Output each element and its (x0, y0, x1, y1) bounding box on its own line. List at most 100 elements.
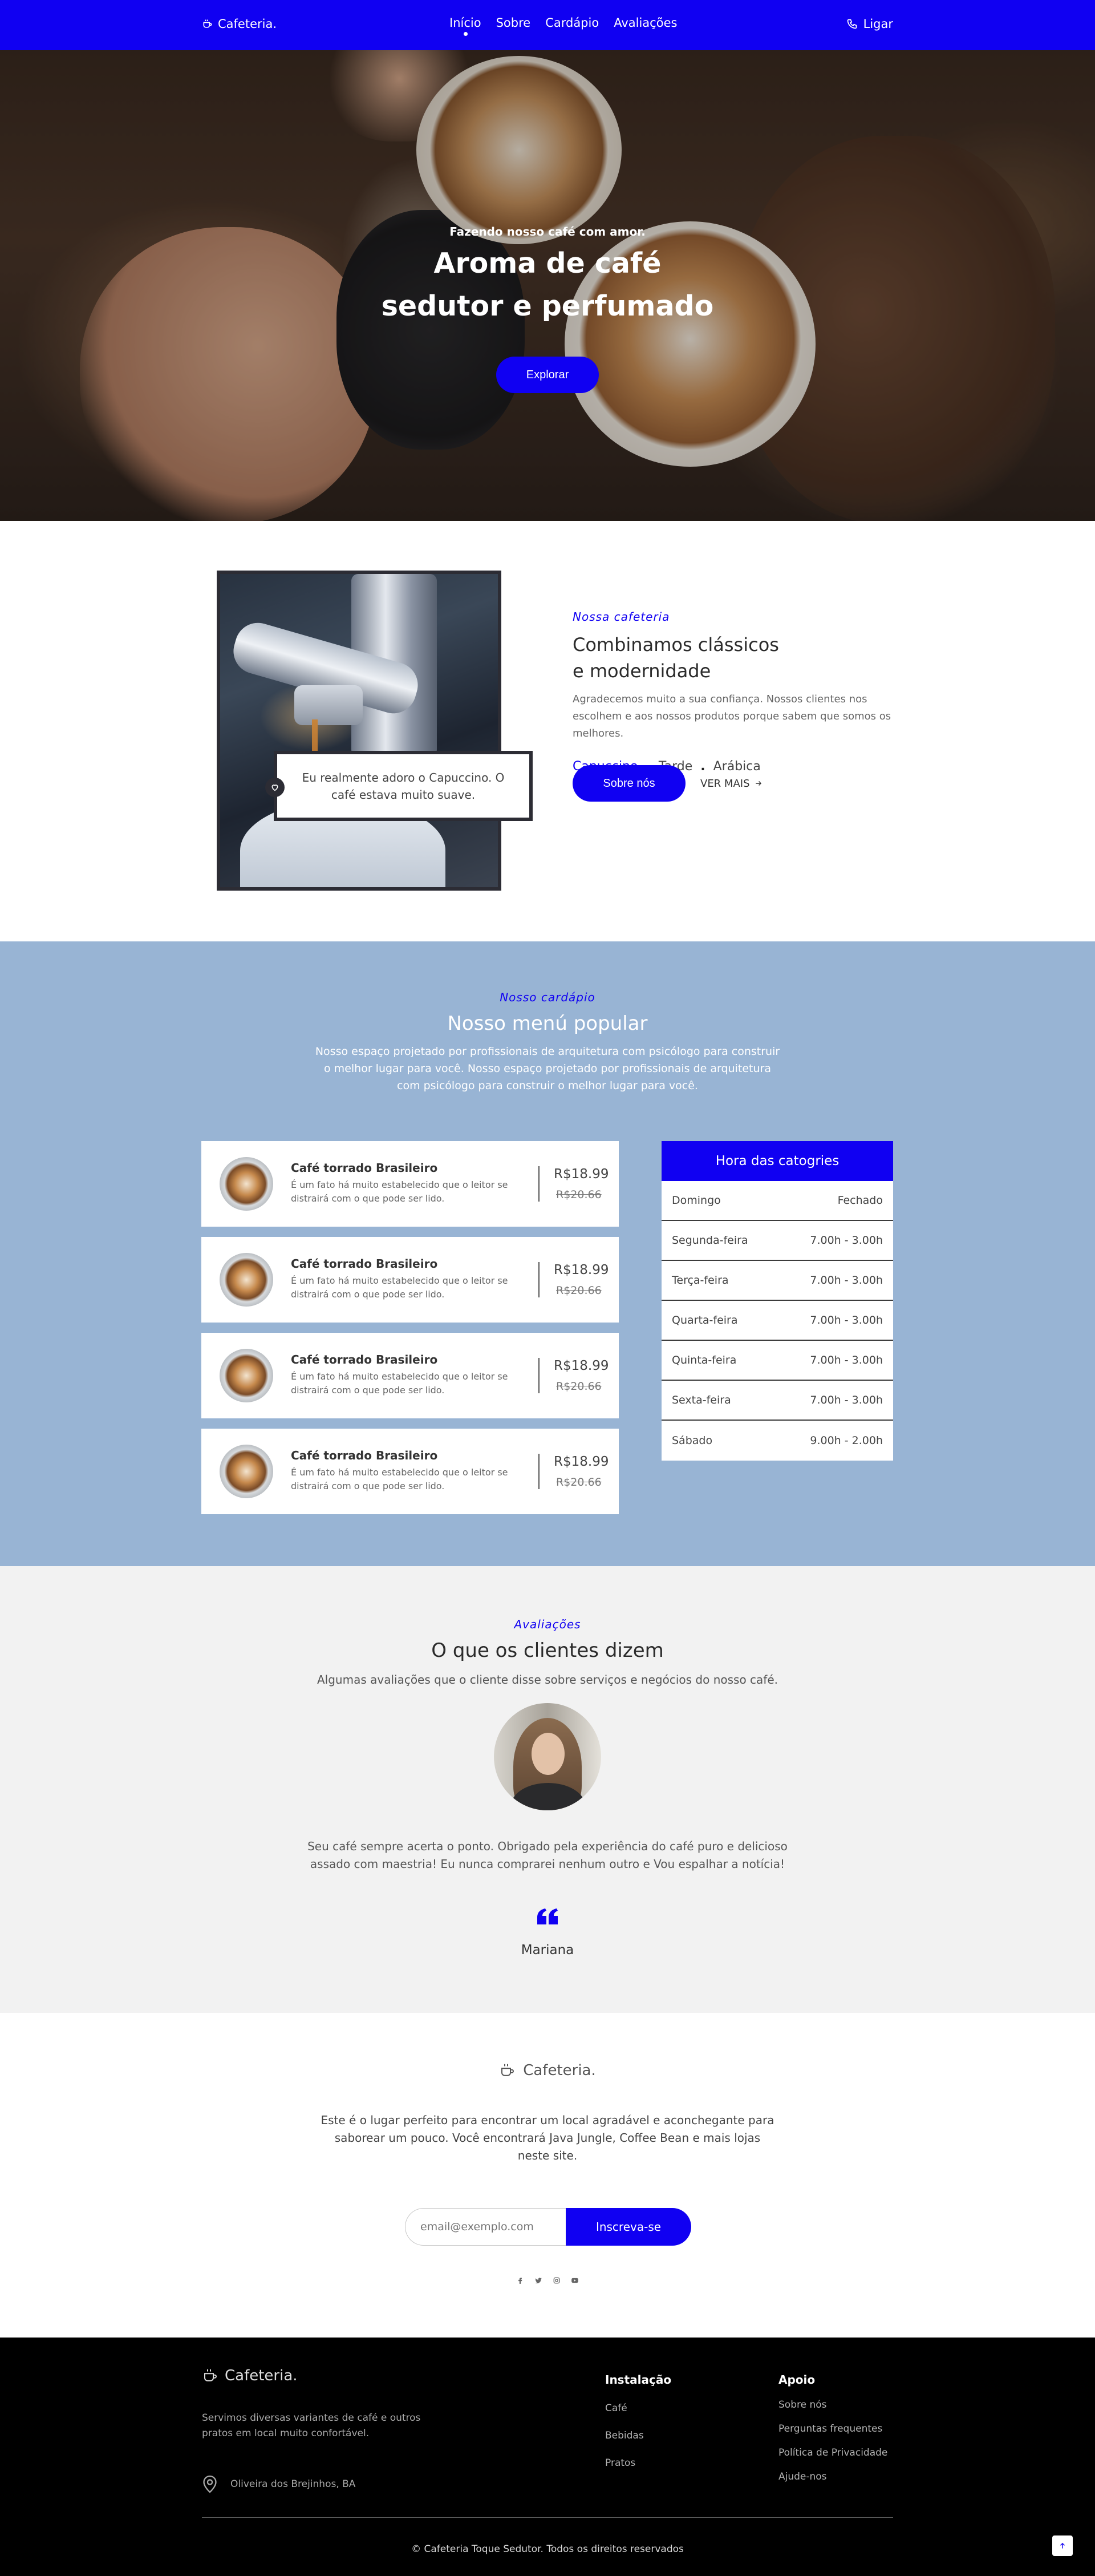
footer-link[interactable]: Pratos (605, 2457, 671, 2469)
arrow-up-icon (1060, 2542, 1065, 2549)
opening-hours-table: Hora das catogries Domingo Fechado Segun… (662, 1141, 893, 1461)
see-more-label: VER MAIS (700, 777, 750, 790)
menu-item-old-price: R$20.66 (556, 1284, 602, 1297)
subscribe-button[interactable]: Inscreva-se (566, 2208, 691, 2246)
hours-day: Sábado (672, 1434, 713, 1447)
menu-item-description: É um fato há muito estabelecido que o le… (291, 1275, 508, 1300)
coffee-thumbnail (220, 1253, 273, 1307)
menu-item-old-price: R$20.66 (556, 1380, 602, 1393)
social-links (0, 2276, 1095, 2285)
footer-link[interactable]: Política de Privacidade (778, 2447, 887, 2458)
coffee-thumbnail (220, 1445, 273, 1498)
menu-item-description: É um fato há muito estabelecido que o le… (291, 1371, 508, 1396)
footer-link[interactable]: Ajude-nos (778, 2471, 887, 2482)
hero-title-line: Aroma de café (433, 247, 662, 280)
menu-item-old-price: R$20.66 (556, 1476, 602, 1489)
footer-link[interactable]: Sobre nós (778, 2399, 887, 2411)
reviews-subtitle: Algumas avaliações que o cliente disse s… (317, 1673, 778, 1687)
main-nav: Início Sobre Cardápio Avaliações (449, 16, 677, 36)
nav-link-inicio[interactable]: Início (449, 16, 481, 36)
menu-item-price: R$18.99 (554, 1167, 609, 1182)
hours-title: Hora das catogries (662, 1141, 893, 1181)
hours-row: Sábado 9.00h - 2.00h (662, 1421, 893, 1461)
call-button[interactable]: Ligar (846, 17, 893, 31)
hours-time: 7.00h - 3.00h (810, 1274, 883, 1287)
newsletter-logo: Cafeteria. (0, 2062, 1095, 2079)
footer-description: Servimos diversas variantes de café e ou… (202, 2412, 421, 2439)
footer-logo[interactable]: Cafeteria. (202, 2367, 298, 2384)
menu-item-name: Café torrado Brasileiro (291, 1161, 438, 1175)
location-pin-icon (203, 2475, 217, 2493)
menu-item[interactable]: Café torrado Brasileiro É um fato há mui… (201, 1141, 619, 1227)
heart-badge (265, 778, 285, 797)
coffee-cup-icon (204, 2369, 217, 2381)
espresso-machine-image (217, 571, 501, 891)
menu-item-price: R$18.99 (554, 1358, 609, 1373)
menu-header: Nosso cardápio Nosso menú popular Nosso … (0, 990, 1095, 1094)
about-us-button[interactable]: Sobre nós (573, 765, 686, 802)
menu-item[interactable]: Café torrado Brasileiro É um fato há mui… (201, 1333, 619, 1418)
hours-time: 7.00h - 3.00h (810, 1314, 883, 1327)
footer-link[interactable]: Perguntas frequentes (778, 2423, 887, 2435)
nav-link-cardapio[interactable]: Cardápio (545, 16, 599, 30)
coffee-cup-icon (203, 19, 212, 28)
hero-text: Fazendo nosso café com amor. Aroma de ca… (0, 225, 1095, 327)
coffee-thumbnail (220, 1349, 273, 1402)
heart-icon (271, 784, 278, 791)
youtube-icon[interactable] (570, 2276, 579, 2285)
facebook-icon[interactable] (516, 2276, 525, 2285)
copyright: © Cafeteria Toque Sedutor. Todos os dire… (411, 2543, 684, 2555)
footer-column-apoio: Apoio Sobre nós Perguntas frequentes Pol… (778, 2373, 887, 2482)
menu-item-name: Café torrado Brasileiro (291, 1353, 438, 1366)
site-footer: Cafeteria. Servimos diversas variantes d… (0, 2338, 1095, 2576)
twitter-icon[interactable] (534, 2276, 543, 2285)
footer-link[interactable]: Café (605, 2403, 671, 2414)
footer-link[interactable]: Bebidas (605, 2430, 671, 2441)
coffee-cup-icon (501, 2064, 514, 2076)
hours-time: 7.00h - 3.00h (810, 1234, 883, 1247)
see-more-link[interactable]: VER MAIS (700, 778, 763, 790)
hours-day: Quarta-feira (672, 1314, 738, 1327)
reviewer-avatar (494, 1703, 601, 1810)
testimonial-quote: Eu realmente adoro o Capuccino. O café e… (302, 770, 505, 802)
footer-logo-text: Cafeteria. (225, 2367, 298, 2384)
hours-row: Terça-feira 7.00h - 3.00h (662, 1261, 893, 1301)
hours-row: Quarta-feira 7.00h - 3.00h (662, 1301, 893, 1341)
hours-day: Segunda-feira (672, 1234, 748, 1247)
menu-item[interactable]: Café torrado Brasileiro É um fato há mui… (201, 1429, 619, 1514)
footer-column-title: Instalação (605, 2373, 672, 2387)
divider (538, 1262, 540, 1297)
instagram-icon[interactable] (552, 2276, 561, 2285)
menu-title: Nosso menú popular (447, 1012, 648, 1035)
arrow-right-icon (755, 781, 761, 786)
menu-item[interactable]: Café torrado Brasileiro É um fato há mui… (201, 1237, 619, 1323)
nav-link-sobre[interactable]: Sobre (496, 16, 531, 30)
logo-text: Cafeteria. (218, 17, 277, 31)
menu-list: Café torrado Brasileiro É um fato há mui… (201, 1141, 619, 1524)
hours-row: Quinta-feira 7.00h - 3.00h (662, 1341, 893, 1381)
divider (538, 1166, 540, 1202)
hours-day: Quinta-feira (672, 1354, 737, 1366)
nav-link-avaliacoes[interactable]: Avaliações (614, 16, 677, 30)
newsletter-section: Cafeteria. Este é o lugar perfeito para … (0, 2013, 1095, 2338)
section-kicker: Nossa cafeteria (573, 610, 670, 624)
explore-button[interactable]: Explorar (496, 357, 599, 393)
hours-time: 7.00h - 3.00h (810, 1354, 883, 1366)
phone-icon (847, 19, 857, 29)
about-section: Eu realmente adoro o Capuccino. O café e… (0, 521, 1095, 941)
back-to-top-button[interactable] (1052, 2535, 1073, 2556)
email-input[interactable] (405, 2208, 566, 2246)
section-kicker: Avaliações (514, 1617, 581, 1631)
logo[interactable]: Cafeteria. (202, 17, 277, 31)
footer-divider (202, 2517, 893, 2518)
hero-title: Aroma de café sedutor e perfumado (0, 242, 1095, 327)
menu-item-old-price: R$20.66 (556, 1188, 602, 1201)
call-label: Ligar (863, 17, 893, 31)
menu-item-price: R$18.99 (554, 1454, 609, 1469)
menu-item-name: Café torrado Brasileiro (291, 1449, 438, 1462)
menu-item-name: Café torrado Brasileiro (291, 1257, 438, 1271)
hours-day: Terça-feira (672, 1274, 729, 1287)
footer-column-instalacao: Instalação Café Bebidas Pratos (605, 2373, 671, 2469)
hours-row: Segunda-feira 7.00h - 3.00h (662, 1221, 893, 1261)
about-description: Agradecemos muito a sua confiança. Nosso… (573, 693, 891, 739)
